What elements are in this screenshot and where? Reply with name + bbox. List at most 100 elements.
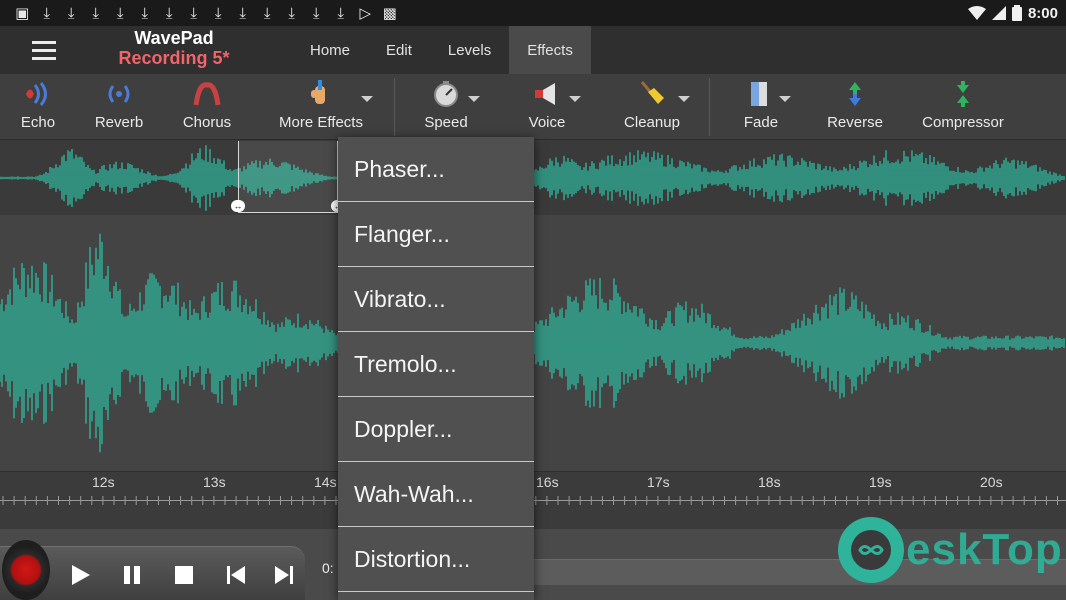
reverb-label: Reverb (94, 114, 144, 131)
reverse-button[interactable]: Reverse (826, 74, 884, 140)
skip-back-icon (227, 566, 245, 584)
speed-icon (432, 74, 480, 114)
wifi-icon (967, 6, 986, 20)
pause-button[interactable] (112, 558, 152, 592)
reverb-icon (105, 74, 133, 114)
chorus-button[interactable]: Chorus (180, 74, 234, 140)
download-icon: ⤓ (263, 4, 271, 22)
menu-line (32, 40, 56, 44)
chorus-icon (193, 74, 221, 114)
cleanup-icon (638, 74, 690, 114)
tab-bar: Home Edit Levels Effects (292, 26, 591, 74)
recording-name: Recording 5* (118, 48, 230, 68)
compressor-label: Compressor (922, 114, 1004, 131)
fade-button[interactable]: Fade (740, 74, 791, 140)
app-bar: WavePad Recording 5* Home Edit Levels Ef… (0, 26, 1066, 74)
chevron-down-icon (678, 96, 690, 102)
image-icon: ▣ (15, 4, 30, 22)
title-block: WavePad Recording 5* (112, 28, 236, 68)
watermark: eskTop (838, 516, 1063, 584)
time-readout: 0: (322, 560, 334, 576)
voice-button[interactable]: Voice (524, 74, 581, 140)
pause-icon (124, 566, 140, 584)
download-icon: ⤓ (165, 4, 173, 22)
hamburger-menu-button[interactable] (22, 34, 66, 66)
skip-back-button[interactable] (216, 558, 256, 592)
download-icon: ⤓ (190, 4, 198, 22)
compressor-icon (951, 74, 975, 114)
download-icon: ⤓ (92, 4, 100, 22)
compressor-button[interactable]: Compressor (922, 74, 1004, 140)
toolbar-divider (709, 78, 710, 136)
stop-button[interactable] (164, 558, 204, 592)
menu-item-flanger[interactable]: Flanger... (338, 202, 534, 267)
tab-edit[interactable]: Edit (368, 26, 430, 74)
tab-levels[interactable]: Levels (430, 26, 509, 74)
skip-forward-icon (275, 566, 293, 584)
watermark-logo-icon (838, 517, 904, 583)
more-effects-icon (307, 74, 373, 114)
chorus-label: Chorus (182, 114, 232, 131)
menu-item-distortion[interactable]: Distortion... (338, 527, 534, 592)
skip-forward-button[interactable] (264, 558, 304, 592)
reverse-icon (843, 74, 867, 114)
toolbar-divider (394, 78, 395, 136)
download-icon: ⤓ (337, 4, 345, 22)
speed-button[interactable]: Speed (422, 74, 480, 140)
app-name: WavePad (134, 28, 214, 48)
reverse-label: Reverse (827, 114, 883, 131)
cleanup-button[interactable]: Cleanup (624, 74, 690, 140)
tab-home[interactable]: Home (292, 26, 368, 74)
cleanup-label: Cleanup (624, 114, 680, 131)
download-icon: ⤓ (43, 4, 51, 22)
tab-effects[interactable]: Effects (509, 26, 591, 74)
more-effects-button[interactable]: More Effects (278, 74, 373, 140)
notification-icons: ▣ ⤓ ⤓ ⤓ ⤓ ⤓ ⤓ ⤓ ⤓ ⤓ ⤓ ⤓ ⤓ ⤓ ▷ ▩ (10, 3, 402, 23)
play-store-icon: ▷ (359, 4, 372, 22)
voice-icon (533, 74, 581, 114)
download-icon: ⤓ (312, 4, 320, 22)
wavepad-screen: ▣ ⤓ ⤓ ⤓ ⤓ ⤓ ⤓ ⤓ ⤓ ⤓ ⤓ ⤓ ⤓ ⤓ ▷ ▩ 8:00 Wav… (0, 0, 1066, 600)
reverb-button[interactable]: Reverb (92, 74, 146, 140)
download-icon: ⤓ (214, 4, 222, 22)
app-icon: ▩ (382, 4, 397, 22)
record-button[interactable] (2, 540, 50, 600)
more-effects-menu: Phaser... Flanger... Vibrato... Tremolo.… (338, 137, 534, 600)
chevron-down-icon (361, 96, 373, 102)
overview-selection[interactable] (238, 141, 338, 213)
menu-item-phaser[interactable]: Phaser... (338, 137, 534, 202)
signal-icon (991, 6, 1006, 20)
play-icon (72, 565, 90, 585)
voice-label: Voice (528, 114, 566, 131)
download-icon: ⤓ (288, 4, 296, 22)
menu-item-wah-wah[interactable]: Wah-Wah... (338, 462, 534, 527)
download-icon: ⤓ (239, 4, 247, 22)
status-bar: ▣ ⤓ ⤓ ⤓ ⤓ ⤓ ⤓ ⤓ ⤓ ⤓ ⤓ ⤓ ⤓ ⤓ ▷ ▩ 8:00 (0, 0, 1066, 26)
selection-left-handle[interactable]: ↔ (231, 200, 245, 212)
echo-button[interactable]: Echo (14, 74, 62, 140)
watermark-text: eskTop (906, 525, 1063, 574)
echo-icon (24, 74, 52, 114)
download-icon: ⤓ (141, 4, 149, 22)
effects-toolbar: Echo Reverb Chorus More Effects Speed Vo… (0, 74, 1066, 140)
menu-item-vibrato[interactable]: Vibrato... (338, 267, 534, 332)
clock: 8:00 (1027, 4, 1058, 22)
system-status: 8:00 (967, 3, 1058, 23)
chevron-down-icon (468, 96, 480, 102)
fade-label: Fade (743, 114, 779, 131)
play-button[interactable] (60, 558, 100, 592)
download-icon: ⤓ (116, 4, 124, 22)
menu-line (32, 56, 56, 60)
battery-icon (1011, 5, 1022, 21)
fade-icon (747, 74, 791, 114)
echo-label: Echo (20, 114, 56, 131)
download-icon: ⤓ (67, 4, 75, 22)
more-effects-label: More Effects (279, 114, 363, 131)
menu-item-doppler[interactable]: Doppler... (338, 397, 534, 462)
menu-item-tremolo[interactable]: Tremolo... (338, 332, 534, 397)
speed-label: Speed (424, 114, 468, 131)
stop-icon (175, 566, 193, 584)
menu-line (32, 48, 56, 52)
chevron-down-icon (779, 96, 791, 102)
chevron-down-icon (569, 96, 581, 102)
